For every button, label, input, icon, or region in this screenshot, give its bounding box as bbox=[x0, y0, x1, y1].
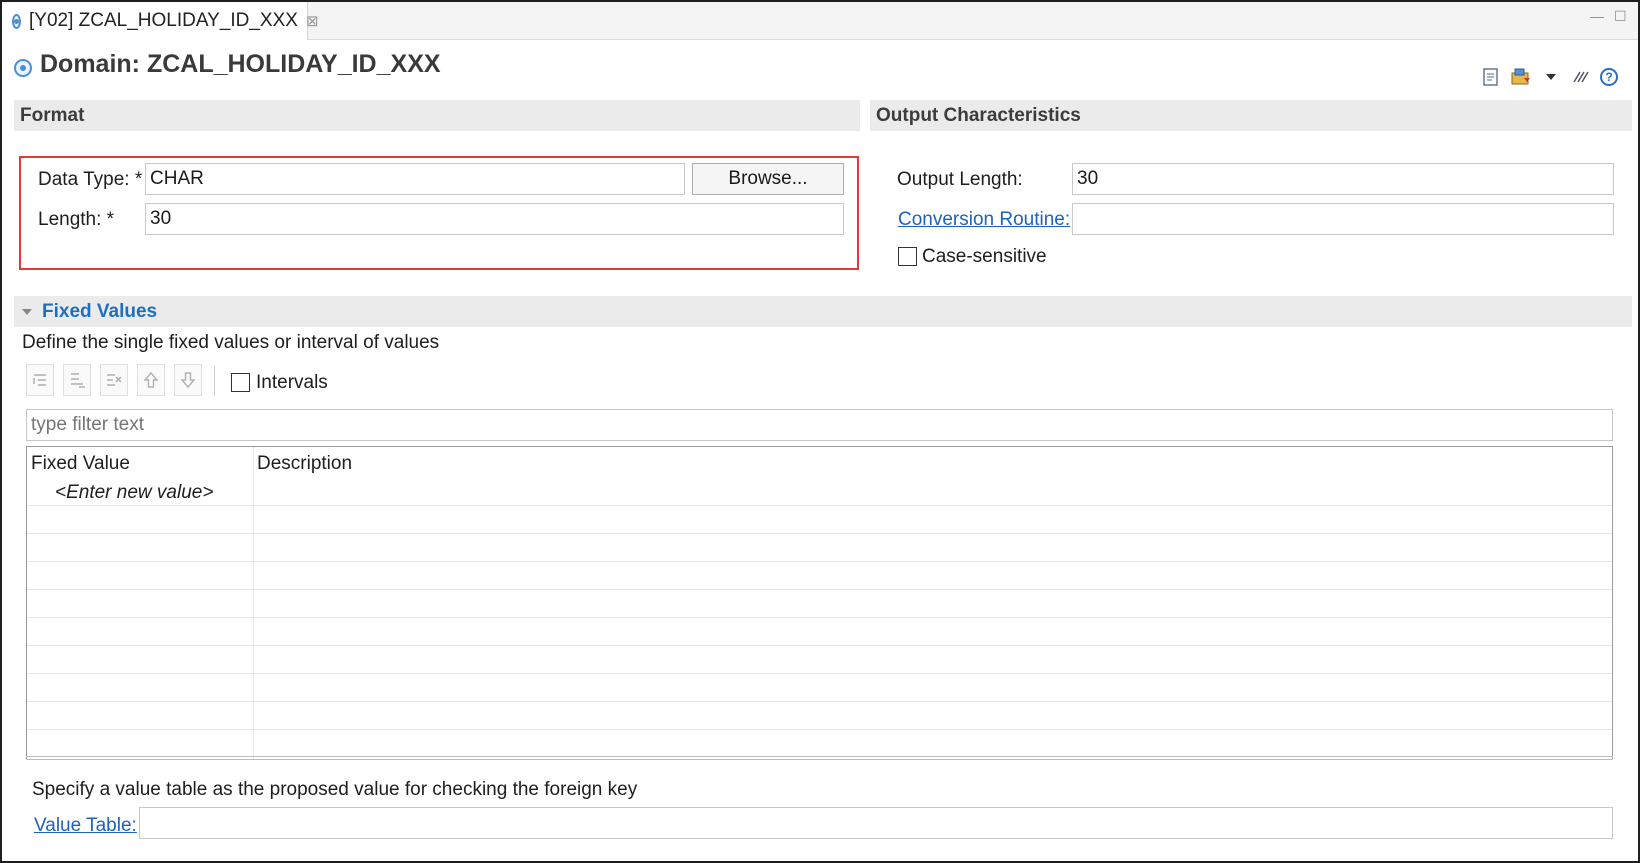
maximize-icon[interactable]: ☐ bbox=[1614, 8, 1627, 25]
add-single-value-icon[interactable] bbox=[26, 364, 54, 396]
help-icon[interactable]: ? bbox=[1600, 68, 1618, 86]
new-value-row[interactable]: <Enter new value> bbox=[55, 482, 213, 504]
table-row-line bbox=[27, 589, 1612, 590]
toolbar-separator bbox=[214, 366, 215, 396]
fixed-values-section-header[interactable]: Fixed Values bbox=[14, 296, 1632, 327]
column-separator bbox=[253, 447, 254, 759]
filter-input[interactable] bbox=[26, 409, 1613, 441]
dropdown-arrow-icon[interactable] bbox=[1540, 66, 1562, 88]
table-row-line bbox=[27, 645, 1612, 646]
editor-tab-title: [Y02] ZCAL_HOLIDAY_ID_XXX bbox=[29, 10, 298, 31]
data-type-field[interactable] bbox=[145, 163, 685, 195]
fixed-values-title: Fixed Values bbox=[42, 300, 158, 322]
value-table-link[interactable]: Value Table: bbox=[34, 815, 137, 837]
column-header-fixed-value[interactable]: Fixed Value bbox=[31, 453, 130, 475]
move-up-icon[interactable] bbox=[137, 364, 165, 396]
length-field[interactable] bbox=[145, 203, 844, 235]
table-row-line bbox=[27, 505, 1612, 506]
editor-tab[interactable]: [Y02] ZCAL_HOLIDAY_ID_XXX ⊠ bbox=[2, 2, 319, 40]
link-editor-icon[interactable] bbox=[1570, 66, 1592, 88]
header-toolbar: ? bbox=[1480, 66, 1618, 88]
conversion-routine-field[interactable] bbox=[1072, 203, 1614, 235]
length-label: Length: * bbox=[38, 209, 115, 230]
data-type-label: Data Type: * bbox=[38, 169, 143, 190]
editor-window: [Y02] ZCAL_HOLIDAY_ID_XXX ⊠ — ☐ Domain: … bbox=[0, 0, 1640, 863]
intervals-label: Intervals bbox=[256, 372, 328, 393]
page-header: Domain: ZCAL_HOLIDAY_ID_XXX bbox=[14, 50, 441, 79]
table-row-line bbox=[27, 617, 1612, 618]
fixed-values-description: Define the single fixed values or interv… bbox=[22, 332, 440, 353]
value-table-description: Specify a value table as the proposed va… bbox=[32, 779, 638, 800]
move-down-icon[interactable] bbox=[174, 364, 202, 396]
table-row-line bbox=[27, 701, 1612, 702]
case-sensitive-checkbox[interactable] bbox=[898, 247, 917, 266]
table-row-line bbox=[27, 533, 1612, 534]
browse-button[interactable]: Browse... bbox=[692, 163, 844, 195]
table-row-line bbox=[27, 729, 1612, 730]
fixed-values-table[interactable]: Fixed Value Description <Enter new value… bbox=[26, 446, 1613, 760]
close-icon[interactable]: ⊠ bbox=[306, 12, 319, 30]
document-icon[interactable] bbox=[1480, 66, 1502, 88]
transport-icon[interactable] bbox=[1510, 66, 1532, 88]
value-table-field[interactable] bbox=[139, 807, 1613, 839]
intervals-checkbox[interactable] bbox=[231, 373, 250, 392]
page-title: Domain: ZCAL_HOLIDAY_ID_XXX bbox=[40, 50, 441, 78]
output-section-header: Output Characteristics bbox=[870, 100, 1632, 131]
output-length-label: Output Length: bbox=[897, 169, 1023, 190]
domain-icon bbox=[14, 58, 32, 77]
table-row-line bbox=[27, 673, 1612, 674]
column-header-description[interactable]: Description bbox=[257, 453, 352, 475]
collapse-arrow-icon[interactable] bbox=[22, 308, 32, 315]
table-row-line bbox=[27, 561, 1612, 562]
minimize-icon[interactable]: — bbox=[1590, 8, 1604, 24]
table-scroll-edge bbox=[26, 756, 1613, 760]
remove-value-icon[interactable] bbox=[100, 364, 128, 396]
format-section-header: Format bbox=[14, 100, 860, 131]
conversion-routine-link[interactable]: Conversion Routine: bbox=[898, 209, 1070, 231]
output-length-field[interactable] bbox=[1072, 163, 1614, 195]
editor-tab-bar: [Y02] ZCAL_HOLIDAY_ID_XXX ⊠ — ☐ bbox=[2, 2, 1638, 40]
case-sensitive-label: Case-sensitive bbox=[922, 246, 1047, 267]
domain-icon bbox=[12, 13, 21, 29]
add-interval-icon[interactable] bbox=[63, 364, 91, 396]
